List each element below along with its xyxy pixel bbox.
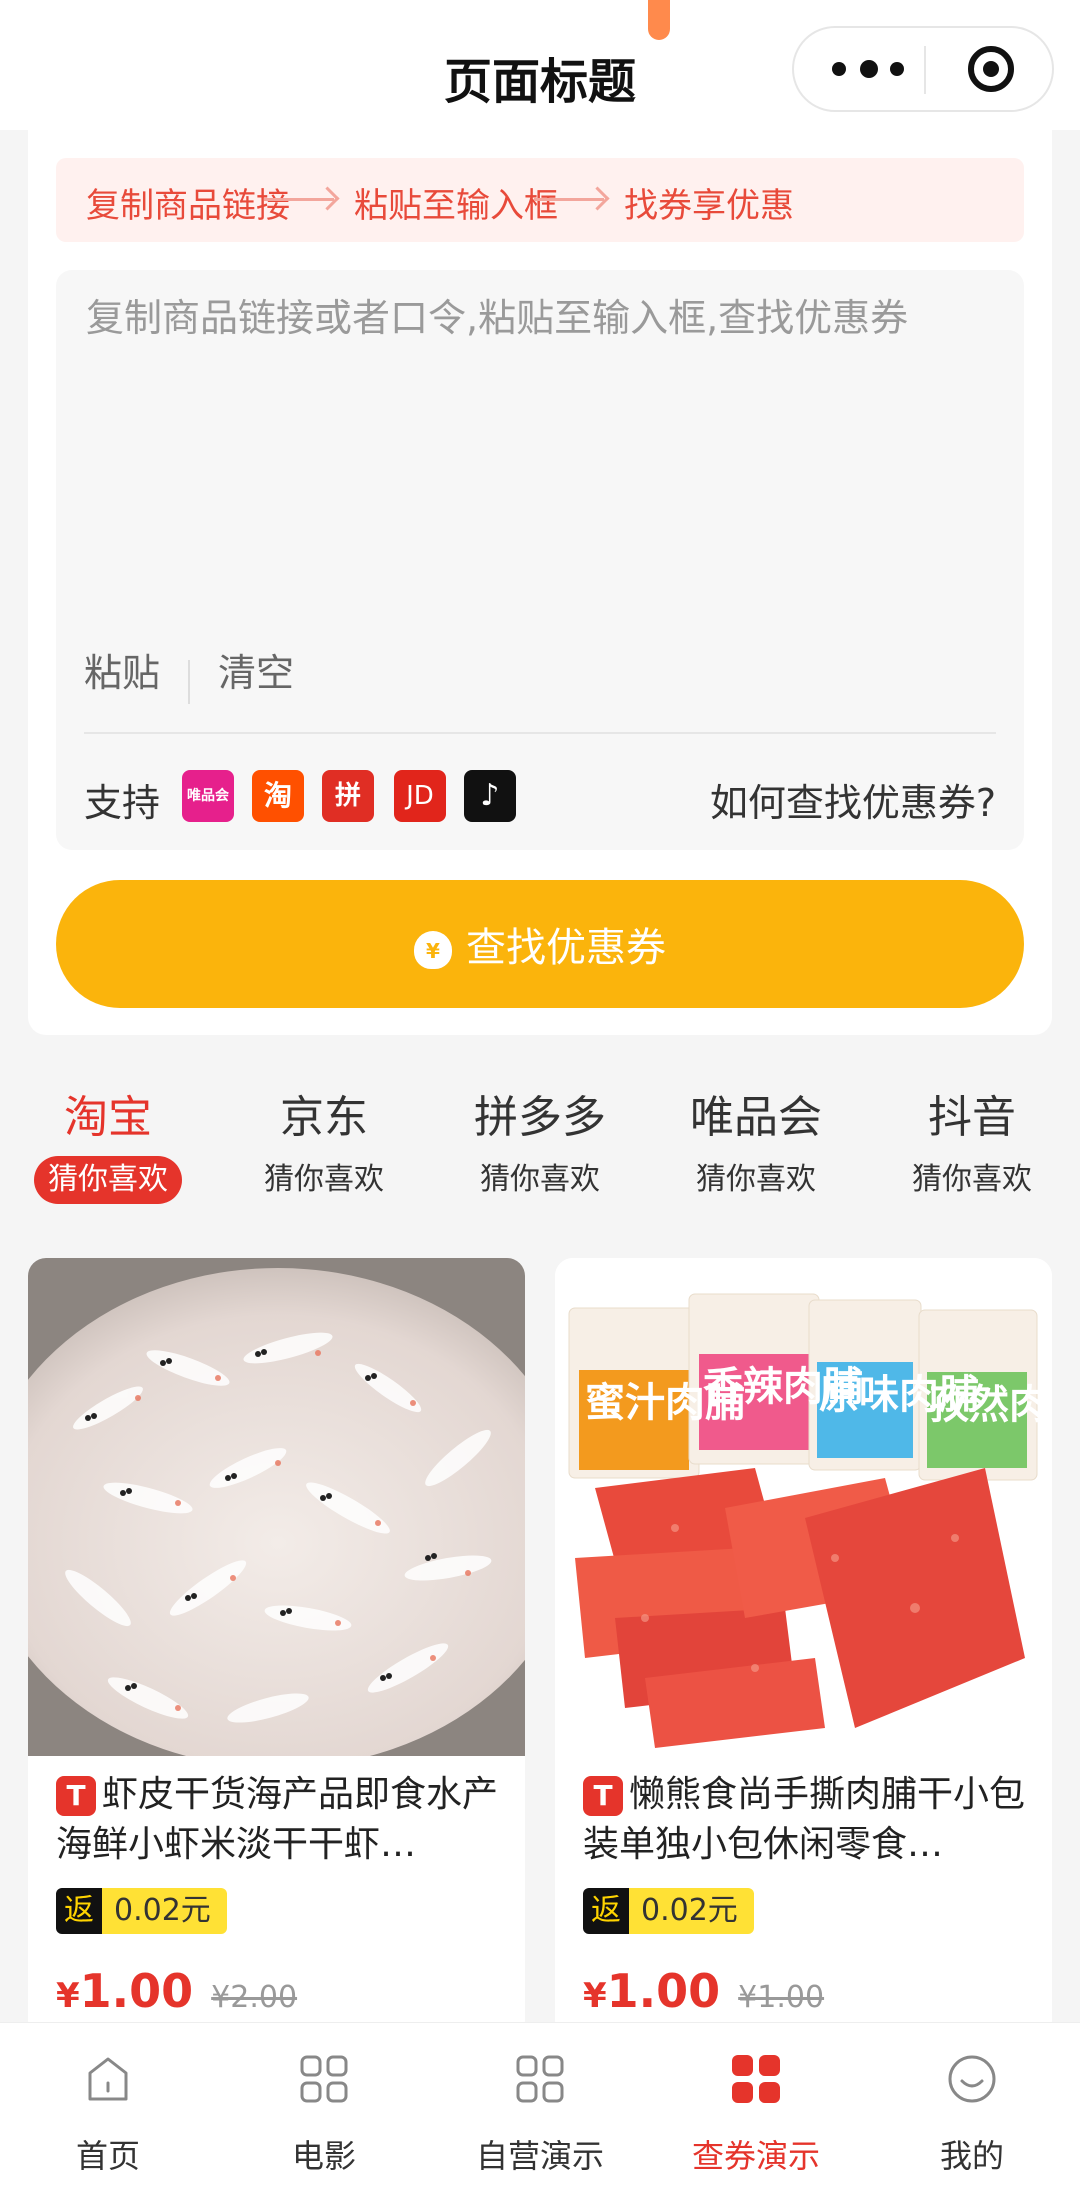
vipshop-icon: 唯品会 — [182, 770, 234, 822]
tab-name: 淘宝 — [64, 1092, 152, 1143]
jd-icon: JD — [394, 770, 446, 822]
product-image-dried-shrimp — [28, 1258, 525, 1756]
find-coupon-label: 查找优惠券 — [466, 925, 666, 971]
product-card[interactable]: T 虾皮干货海产品即食水产海鲜小虾米淡干干虾… 返 0.02元 ¥1.00 ¥2.00 — [28, 1258, 525, 2038]
product-title-text: 虾皮干货海产品即食水产海鲜小虾米淡干干虾… — [56, 1774, 499, 1865]
original-price: ¥1.00 — [738, 1980, 825, 2015]
link-input[interactable] — [84, 292, 928, 596]
tab-pinduoduo[interactable]: 拼多多 猜你喜欢 — [432, 1090, 648, 1204]
tab-name: 唯品会 — [690, 1092, 822, 1143]
clear-button[interactable]: 清空 — [218, 651, 294, 695]
nav-mine[interactable]: 我的 — [864, 2023, 1080, 2193]
nav-label: 自营演示 — [475, 2137, 604, 2175]
grid-icon — [516, 2055, 564, 2103]
tab-subtitle: 猜你喜欢 — [696, 1162, 816, 1197]
step-paste: 粘贴至输入框 — [354, 186, 558, 226]
rebate-amount: 0.02元 — [629, 1888, 754, 1934]
step-copy-link: 复制商品链接 — [86, 186, 290, 226]
mini-program-capsule — [792, 26, 1054, 112]
price-row: ¥1.00 ¥2.00 — [56, 1964, 297, 2018]
current-price: 1.00 — [606, 1964, 721, 2018]
nav-label: 我的 — [939, 2137, 1004, 2175]
tab-subtitle: 猜你喜欢 — [912, 1162, 1032, 1197]
rebate-tag: 返 0.02元 — [583, 1888, 754, 1934]
grid-icon — [300, 2055, 348, 2103]
tab-name: 京东 — [280, 1092, 368, 1143]
original-price: ¥2.00 — [211, 1980, 298, 2015]
package-label: 孜然肉脯 — [929, 1382, 1052, 1428]
pinduoduo-icon: 拼 — [322, 770, 374, 822]
current-price: 1.00 — [79, 1964, 194, 2018]
rebate-amount: 0.02元 — [102, 1888, 227, 1934]
home-icon — [88, 2057, 128, 2101]
smile-icon — [948, 2055, 996, 2103]
product-title-text: 懒熊食尚手撕肉脯干小包装单独小包休闲零食… — [583, 1774, 1026, 1865]
status-indicator — [648, 0, 670, 40]
arrow-right-icon — [264, 198, 334, 201]
actions-divider — [188, 659, 191, 704]
rebate-tag: 返 0.02元 — [56, 1888, 227, 1934]
currency-symbol: ¥ — [583, 1976, 607, 2016]
price-row: ¥1.00 ¥1.00 — [583, 1964, 824, 2018]
support-label: 支持 — [84, 781, 161, 825]
step-find-coupon: 找券享优惠 — [624, 186, 794, 226]
tab-subtitle: 猜你喜欢 — [34, 1156, 182, 1204]
tmall-badge-icon: T — [56, 1776, 96, 1816]
money-bag-icon: ¥ — [414, 931, 452, 969]
link-input-box: 粘贴 清空 支持 唯品会 淘 拼 JD ♪ 如何查找优惠券? — [56, 270, 1024, 850]
nav-label: 查券演示 — [691, 2137, 820, 2175]
how-to-find-coupon-link[interactable]: 如何查找优惠券? — [710, 772, 996, 827]
close-mini-program-icon[interactable] — [968, 46, 1014, 92]
nav-home[interactable]: 首页 — [0, 2023, 216, 2193]
bottom-tab-bar: 首页 电影 自营演示 查券演示 我的 — [0, 2022, 1080, 2193]
tab-taobao[interactable]: 淘宝 猜你喜欢 — [0, 1090, 216, 1204]
find-coupon-button[interactable]: ¥ 查找优惠券 — [56, 880, 1024, 1008]
product-image-jerky: 蜜汁肉脯 香辣肉脯 原味肉脯 孜然肉脯 — [555, 1258, 1052, 1756]
tab-douyin[interactable]: 抖音 猜你喜欢 — [864, 1090, 1080, 1204]
tab-name: 拼多多 — [474, 1092, 606, 1143]
tmall-badge-icon: T — [583, 1776, 623, 1816]
tab-name: 抖音 — [928, 1092, 1016, 1143]
tab-subtitle: 猜你喜欢 — [264, 1162, 384, 1197]
nav-movie[interactable]: 电影 — [216, 2023, 432, 2193]
product-title: T 虾皮干货海产品即食水产海鲜小虾米淡干干虾… — [56, 1770, 502, 1870]
douyin-icon: ♪ — [464, 770, 516, 822]
tab-jd[interactable]: 京东 猜你喜欢 — [216, 1090, 432, 1204]
capsule-divider — [924, 46, 926, 94]
tab-subtitle: 猜你喜欢 — [480, 1162, 600, 1197]
currency-symbol: ¥ — [56, 1976, 80, 2016]
top-navigation-bar: 页面标题 — [0, 0, 1080, 130]
taobao-icon: 淘 — [252, 770, 304, 822]
nav-self-operated-demo[interactable]: 自营演示 — [432, 2023, 648, 2193]
product-title: T 懒熊食尚手撕肉脯干小包装单独小包休闲零食… — [583, 1770, 1029, 1870]
divider — [84, 732, 996, 734]
product-card[interactable]: 蜜汁肉脯 香辣肉脯 原味肉脯 孜然肉脯 T懒熊食尚手撕肉脯干小包装单独小包休闲零… — [555, 1258, 1052, 2038]
steps-banner: 复制商品链接 粘贴至输入框 找券享优惠 — [56, 158, 1024, 242]
nav-label: 电影 — [291, 2137, 356, 2175]
nav-coupon-demo[interactable]: 查券演示 — [648, 2023, 864, 2193]
rebate-label: 返 — [583, 1888, 629, 1934]
nav-label: 首页 — [75, 2137, 140, 2175]
more-icon[interactable] — [832, 28, 922, 110]
paste-button[interactable]: 粘贴 — [84, 651, 160, 695]
grid-icon — [732, 2055, 780, 2103]
tab-vipshop[interactable]: 唯品会 猜你喜欢 — [648, 1090, 864, 1204]
rebate-label: 返 — [56, 1888, 102, 1934]
arrow-right-icon — [534, 198, 604, 201]
platform-tabs: 淘宝 猜你喜欢 京东 猜你喜欢 拼多多 猜你喜欢 唯品会 猜你喜欢 抖音 猜你喜… — [0, 1090, 1080, 1220]
input-actions: 粘贴 清空 — [84, 642, 294, 704]
coupon-search-card: 复制商品链接 粘贴至输入框 找券享优惠 粘贴 清空 支持 唯品会 淘 拼 JD ♪… — [28, 130, 1052, 1035]
